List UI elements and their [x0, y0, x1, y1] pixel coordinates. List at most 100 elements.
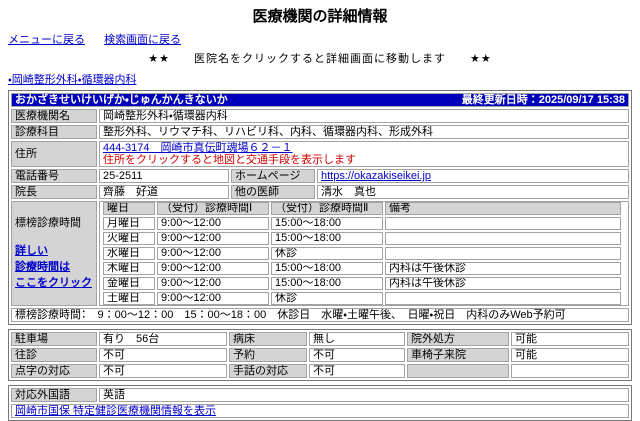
time1-cell: 9:00～12:00	[157, 217, 269, 230]
other-doctor-label: 他の医師	[231, 185, 315, 199]
time2-cell: 15:00～18:00	[271, 232, 383, 245]
schedule-row-wed: 水曜日 9:00～12:00 休診	[103, 247, 621, 260]
homepage-link[interactable]: https://okazakiseikei.jp	[321, 170, 431, 182]
back-to-menu-link[interactable]: メニューに戻る	[8, 34, 85, 46]
facilities-row-1: 駐車場 有り 56台 病床 無し 院外処方 可能	[11, 332, 629, 346]
departments-value: 整形外科、リウマチ科、リハビリ科、内科、循環器内科、形成外科	[99, 125, 629, 139]
kokuho-link-row: 岡崎市国保 特定健診医療機関情報を表示	[11, 404, 629, 418]
director-row: 院長 齊藤 好道 他の医師 清水 真也	[11, 185, 629, 199]
sign-language-value: 不可	[309, 364, 405, 378]
schedule-row-fri: 金曜日 9:00～12:00 15:00～18:00 内科は午後休診	[103, 277, 621, 290]
detail-schedule-link-2[interactable]: 診療時間は	[15, 261, 70, 273]
other-doctor-value: 清水 真也	[317, 185, 629, 199]
beds-label: 病床	[229, 332, 307, 346]
parking-value: 有り 56台	[99, 332, 227, 346]
house-call-value: 不可	[99, 348, 227, 362]
address-row: 住所 444-3174 岡崎市真伝町魂場６２－１ 住所をクリックすると地図と交通…	[11, 141, 629, 167]
last-updated: 最終更新日時：2025/09/17 15:38	[462, 94, 625, 106]
time1-cell: 9:00～12:00	[157, 277, 269, 290]
time2-cell: 15:00～18:00	[271, 262, 383, 275]
hospital-detail-table: 最終更新日時：2025/09/17 15:38 おかざきせいけいげか・じゅんかん…	[8, 90, 632, 325]
back-to-search-link[interactable]: 検索画面に戻る	[104, 34, 181, 46]
col-day: 曜日	[103, 202, 155, 215]
click-hint-text: ★★ 医院名をクリックすると詳細画面に移動します ★★	[8, 50, 632, 66]
departments-row: 診療科目 整形外科、リウマチ科、リハビリ科、内科、循環器内科、形成外科	[11, 125, 629, 139]
address-label: 住所	[11, 141, 97, 167]
schedule-label-cell: 標榜診療時間 詳しい 診療時間は ここをクリック	[11, 201, 97, 306]
wheelchair-label: 車椅子来院	[407, 348, 509, 362]
address-cell: 444-3174 岡崎市真伝町魂場６２－１ 住所をクリックすると地図と交通手段を…	[99, 141, 629, 167]
schedule-summary: 標榜診療時間： 9：00～12：00 15：00～18：00 休診日 水曜・土曜…	[11, 308, 629, 322]
note-cell	[385, 292, 621, 305]
braille-value: 不可	[99, 364, 227, 378]
phone-label: 電話番号	[11, 169, 97, 183]
schedule-row-mon: 月曜日 9:00～12:00 15:00～18:00	[103, 217, 621, 230]
facilities-row-2: 往診 不可 予約 不可 車椅子来院 可能	[11, 348, 629, 362]
day-cell: 金曜日	[103, 277, 155, 290]
empty-label-cell	[407, 364, 509, 378]
schedule-row-tue: 火曜日 9:00～12:00 15:00～18:00	[103, 232, 621, 245]
homepage-label: ホームページ	[231, 169, 315, 183]
time2-cell: 休診	[271, 247, 383, 260]
house-call-label: 往診	[11, 348, 97, 362]
schedule-table: 曜日 （受付）診療時間Ⅰ （受付）診療時間Ⅱ 備考 月曜日 9:00～12:00…	[101, 201, 623, 306]
note-cell	[385, 232, 621, 245]
note-cell	[385, 247, 621, 260]
phone-value: 25-2511	[99, 169, 229, 183]
reservation-label: 予約	[229, 348, 307, 362]
page-title: 医療機関の詳細情報	[8, 5, 632, 26]
day-cell: 水曜日	[103, 247, 155, 260]
col-time2: （受付）診療時間Ⅱ	[271, 202, 383, 215]
homepage-cell: https://okazakiseikei.jp	[317, 169, 629, 183]
facilities-row-3: 点字の対応 不可 手話の対応 不可	[11, 364, 629, 378]
schedule-row: 標榜診療時間 詳しい 診療時間は ここをクリック 曜日 （受付）診療時間Ⅰ （受…	[11, 201, 629, 306]
time1-cell: 9:00～12:00	[157, 232, 269, 245]
departments-label: 診療科目	[11, 125, 97, 139]
schedule-row-thu: 木曜日 9:00～12:00 15:00～18:00 内科は午後休診	[103, 262, 621, 275]
director-label: 院長	[11, 185, 97, 199]
col-note: 備考	[385, 202, 621, 215]
name-row: 医療機関名 岡崎整形外科・循環器内科	[11, 109, 629, 123]
schedule-header-row: 曜日 （受付）診療時間Ⅰ （受付）診療時間Ⅱ 備考	[103, 202, 621, 215]
detail-schedule-link-1[interactable]: 詳しい	[15, 245, 48, 257]
schedule-table-cell: 曜日 （受付）診療時間Ⅰ （受付）診療時間Ⅱ 備考 月曜日 9:00～12:00…	[99, 201, 629, 306]
hospital-name-link[interactable]: ・岡崎整形外科・循環器内科	[8, 74, 136, 86]
time1-cell: 9:00～12:00	[157, 292, 269, 305]
day-cell: 月曜日	[103, 217, 155, 230]
name-label: 医療機関名	[11, 109, 97, 123]
detail-schedule-link-3[interactable]: ここをクリック	[15, 277, 92, 289]
schedule-section-label: 標榜診療時間	[15, 217, 93, 229]
col-time1: （受付）診療時間Ⅰ	[157, 202, 269, 215]
name-value: 岡崎整形外科・循環器内科	[99, 109, 629, 123]
sign-language-label: 手話の対応	[229, 364, 307, 378]
schedule-row-sat: 土曜日 9:00～12:00 休診	[103, 292, 621, 305]
empty-value-cell	[511, 364, 629, 378]
time2-cell: 15:00～18:00	[271, 277, 383, 290]
language-table: 対応外国語 英語 岡崎市国保 特定健診医療機関情報を表示	[8, 385, 632, 421]
top-nav: メニューに戻る 検索画面に戻る	[8, 31, 632, 47]
hospital-name-reading: おかざきせいけいげか・じゅんかんきないか	[15, 94, 228, 106]
hospital-link-row: ・岡崎整形外科・循環器内科	[8, 71, 632, 87]
time2-cell: 15:00～18:00	[271, 217, 383, 230]
note-cell	[385, 217, 621, 230]
header-bar: 最終更新日時：2025/09/17 15:38 おかざきせいけいげか・じゅんかん…	[11, 93, 629, 107]
day-cell: 土曜日	[103, 292, 155, 305]
wheelchair-value: 可能	[511, 348, 629, 362]
address-link[interactable]: 444-3174 岡崎市真伝町魂場６２－１	[103, 142, 293, 154]
director-value: 齊藤 好道	[99, 185, 229, 199]
note-cell: 内科は午後休診	[385, 262, 621, 275]
time2-cell: 休診	[271, 292, 383, 305]
schedule-detail-links: 詳しい 診療時間は ここをクリック	[15, 243, 93, 291]
external-prescription-value: 可能	[511, 332, 629, 346]
page: 医療機関の詳細情報 メニューに戻る 検索画面に戻る ★★ 医院名をクリックすると…	[0, 0, 640, 421]
phone-row: 電話番号 25-2511 ホームページ https://okazakiseike…	[11, 169, 629, 183]
kokuho-link-cell: 岡崎市国保 特定健診医療機関情報を表示	[11, 404, 629, 418]
time1-cell: 9:00～12:00	[157, 262, 269, 275]
kokuho-checkup-info-link[interactable]: 岡崎市国保 特定健診医療機関情報を表示	[15, 405, 216, 417]
external-prescription-label: 院外処方	[407, 332, 509, 346]
facilities-table: 駐車場 有り 56台 病床 無し 院外処方 可能 往診 不可 予約 不可 車椅子…	[8, 329, 632, 381]
reservation-value: 不可	[309, 348, 405, 362]
header-bar-row: 最終更新日時：2025/09/17 15:38 おかざきせいけいげか・じゅんかん…	[11, 93, 629, 107]
note-cell: 内科は午後休診	[385, 277, 621, 290]
schedule-summary-row: 標榜診療時間： 9：00～12：00 15：00～18：00 休診日 水曜・土曜…	[11, 308, 629, 322]
